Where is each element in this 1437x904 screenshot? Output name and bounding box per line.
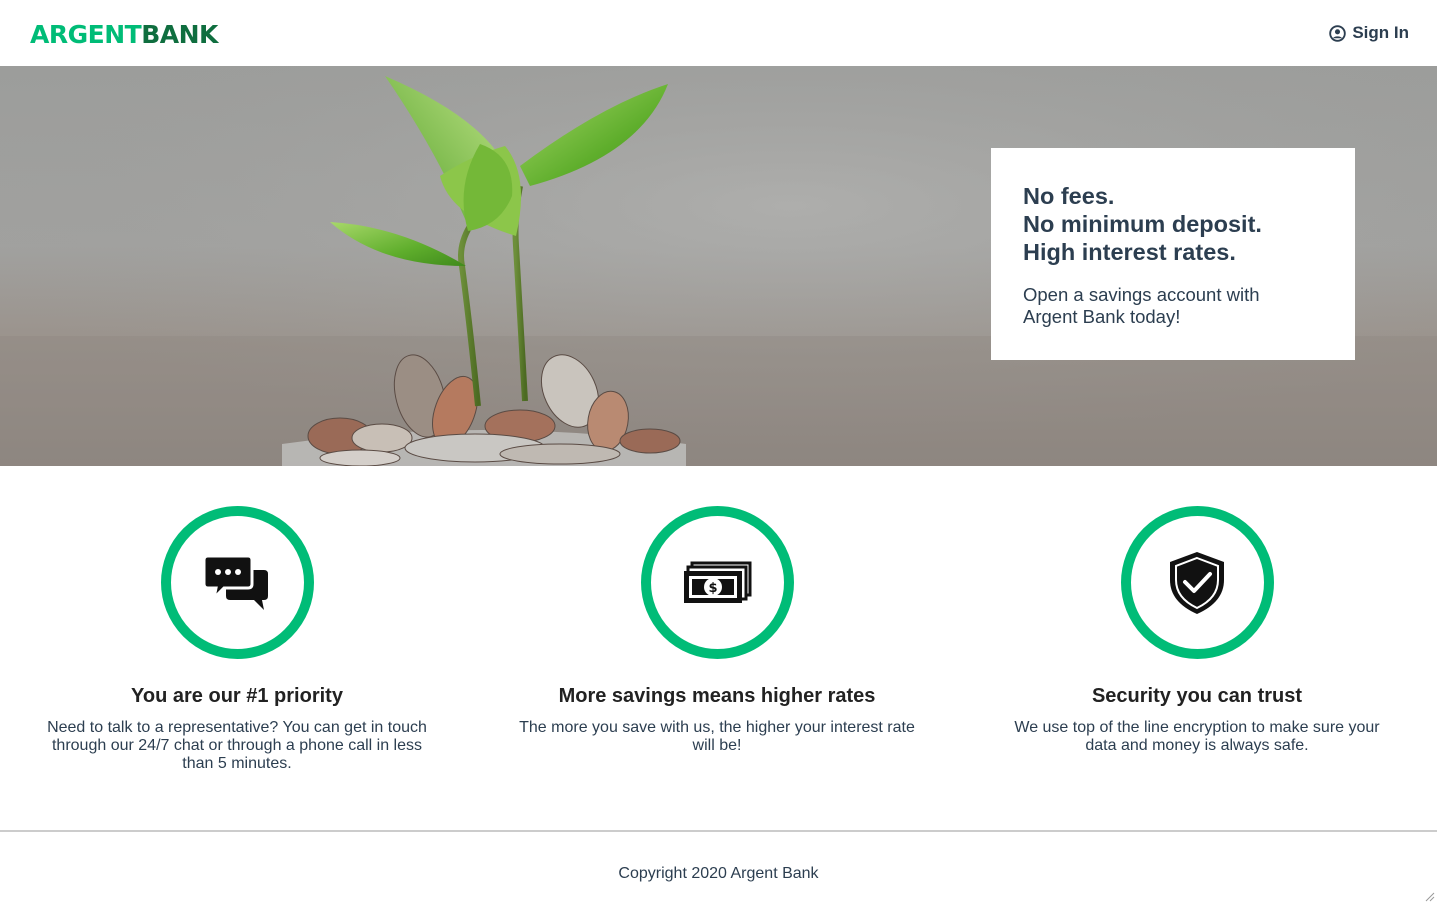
- feature-item-priority: You are our #1 priority Need to talk to …: [0, 506, 476, 773]
- feature-title: More savings means higher rates: [558, 685, 876, 707]
- hero-subtitle-no-minimum: No minimum deposit.: [1023, 211, 1262, 237]
- feature-icon-circle: [1120, 506, 1274, 659]
- feature-title: You are our #1 priority: [131, 685, 343, 707]
- svg-text:$: $: [708, 581, 717, 596]
- user-circle-icon: [1329, 24, 1347, 42]
- chat-icon: [204, 554, 268, 610]
- resize-handle-icon[interactable]: [1423, 890, 1435, 902]
- logo-text-argent: ARGENT: [30, 20, 142, 49]
- feature-text: We use top of the line encryption to mak…: [1014, 719, 1380, 754]
- hero-banner: No fees. No minimum deposit. High intere…: [0, 66, 1437, 466]
- sign-in-link[interactable]: Sign In: [1329, 23, 1409, 43]
- feature-icon-circle: [160, 506, 314, 659]
- footer-copyright: Copyright 2020 Argent Bank: [618, 865, 819, 882]
- security-icon: [1170, 551, 1224, 614]
- sign-in-label: Sign In: [1352, 23, 1409, 42]
- hero-text: Open a savings account with Argent Bank …: [1023, 284, 1260, 327]
- feature-item-savings: $ More savings means higher rates The mo…: [478, 506, 956, 755]
- feature-text: Need to talk to a representative? You ca…: [47, 719, 427, 772]
- footer: Copyright 2020 Argent Bank: [0, 830, 1437, 904]
- logo[interactable]: ARGENTBANK: [30, 19, 218, 51]
- feature-text: The more you save with us, the higher yo…: [519, 719, 915, 754]
- logo-text-bank: BANK: [141, 20, 218, 49]
- hero-subtitle-no-fees: No fees.: [1023, 183, 1115, 209]
- feature-icon-circle: $: [640, 506, 794, 659]
- main-nav: ARGENTBANK Sign In: [0, 0, 1437, 66]
- hero-promo-card: No fees. No minimum deposit. High intere…: [991, 148, 1355, 360]
- money-icon: $: [684, 561, 752, 603]
- feature-title: Security you can trust: [1091, 685, 1303, 707]
- feature-item-security: Security you can trust We use top of the…: [958, 506, 1436, 755]
- hero-subtitle-high-rates: High interest rates.: [1023, 239, 1236, 265]
